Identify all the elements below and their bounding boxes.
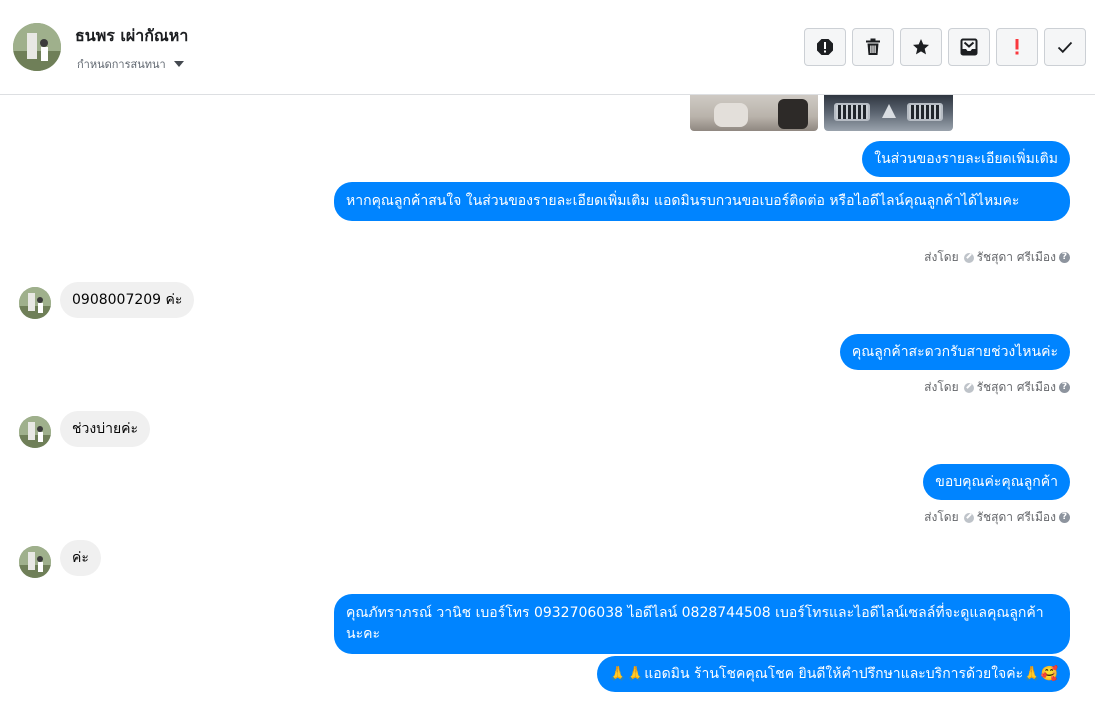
- sent-by-info: ส่งโดย รัชสุดา ศรีเมือง ?: [924, 508, 1070, 527]
- sent-by-agent: รัชสุดา ศรีเมือง: [976, 250, 1056, 264]
- message-text: ขอบคุณค่ะคุณลูกค้า: [935, 473, 1058, 490]
- important-icon: [1015, 39, 1019, 55]
- message-text: 0908007209 ค่ะ: [72, 291, 183, 308]
- photo-detail: [778, 99, 808, 129]
- conversation-header: ธนพร เผ่ากัณหา กำหนดการสนทนา: [0, 0, 1095, 95]
- assign-conversation-dropdown[interactable]: กำหนดการสนทนา: [77, 55, 184, 73]
- help-icon[interactable]: ?: [1059, 512, 1070, 523]
- sent-by-agent: รัชสุดา ศรีเมือง: [976, 380, 1056, 394]
- photo-detail: [882, 104, 896, 118]
- move-to-inbox-icon: [960, 38, 978, 56]
- photo-detail: [714, 103, 748, 127]
- sender-avatar[interactable]: [19, 416, 51, 448]
- sender-avatar[interactable]: [19, 546, 51, 578]
- attachment-photo-car-grille[interactable]: [824, 95, 953, 131]
- mark-spam-button[interactable]: [804, 28, 846, 66]
- help-icon[interactable]: ?: [1059, 252, 1070, 263]
- star-icon: [913, 39, 929, 55]
- message-text: หากคุณลูกค้าสนใจ ในส่วนของรายละเอียดเพิ่…: [346, 193, 1020, 209]
- verified-icon: [963, 382, 974, 393]
- mark-important-button[interactable]: [996, 28, 1038, 66]
- outgoing-message[interactable]: คุณลูกค้าสะดวกรับสายช่วงไหนค่ะ: [839, 334, 1070, 370]
- sent-by-prefix: ส่งโดย: [924, 380, 959, 394]
- done-icon: [1057, 41, 1073, 54]
- sent-by-info: ส่งโดย รัชสุดา ศรีเมือง ?: [924, 378, 1070, 397]
- sender-avatar[interactable]: [19, 287, 51, 319]
- sent-by-agent: รัชสุดา ศรีเมือง: [976, 510, 1056, 524]
- message-text: คุณลูกค้าสะดวกรับสายช่วงไหนค่ะ: [851, 343, 1058, 360]
- trash-icon: [866, 38, 880, 55]
- sent-by-prefix: ส่งโดย: [924, 510, 959, 524]
- outgoing-message[interactable]: หากคุณลูกค้าสนใจ ในส่วนของรายละเอียดเพิ่…: [334, 182, 1070, 221]
- mark-done-button[interactable]: [1044, 28, 1086, 66]
- sent-by-prefix: ส่งโดย: [924, 250, 959, 264]
- assign-label: กำหนดการสนทนา: [77, 58, 166, 71]
- message-text: ในส่วนของรายละเอียดเพิ่มเติม: [874, 150, 1058, 167]
- incoming-message[interactable]: 0908007209 ค่ะ: [60, 282, 195, 318]
- photo-detail: [834, 103, 870, 121]
- message-text: ค่ะ: [72, 549, 89, 566]
- incoming-message[interactable]: ค่ะ: [60, 540, 101, 576]
- outgoing-message[interactable]: 🙏🙏แอดมิน ร้านโชคคุณโชค ยินดีให้คำปรึกษาแ…: [597, 656, 1070, 692]
- photo-detail: [907, 103, 943, 121]
- message-text: ช่วงบ่ายค่ะ: [72, 420, 139, 437]
- contact-avatar[interactable]: [13, 23, 61, 71]
- verified-icon: [963, 252, 974, 263]
- incoming-message[interactable]: ช่วงบ่ายค่ะ: [60, 411, 151, 447]
- spam-icon: [817, 39, 833, 55]
- star-button[interactable]: [900, 28, 942, 66]
- verified-icon: [963, 512, 974, 523]
- sent-by-info: ส่งโดย รัชสุดา ศรีเมือง ?: [924, 248, 1070, 267]
- move-to-inbox-button[interactable]: [948, 28, 990, 66]
- contact-name: ธนพร เผ่ากัณหา: [75, 26, 189, 45]
- caret-down-icon: [173, 61, 184, 67]
- attachment-photo-car-interior[interactable]: [690, 95, 818, 131]
- outgoing-message[interactable]: ในส่วนของรายละเอียดเพิ่มเติม: [862, 141, 1070, 177]
- help-icon[interactable]: ?: [1059, 382, 1070, 393]
- header-actions: [804, 28, 1086, 66]
- outgoing-message[interactable]: คุณภัทราภรณ์ วานิช เบอร์โทร 0932706038 ไ…: [334, 594, 1070, 654]
- message-text: คุณภัทราภรณ์ วานิช เบอร์โทร 0932706038 ไ…: [346, 605, 1044, 642]
- message-text: 🙏🙏แอดมิน ร้านโชคคุณโชค ยินดีให้คำปรึกษาแ…: [609, 665, 1058, 682]
- delete-button[interactable]: [852, 28, 894, 66]
- outgoing-message[interactable]: ขอบคุณค่ะคุณลูกค้า: [923, 464, 1070, 500]
